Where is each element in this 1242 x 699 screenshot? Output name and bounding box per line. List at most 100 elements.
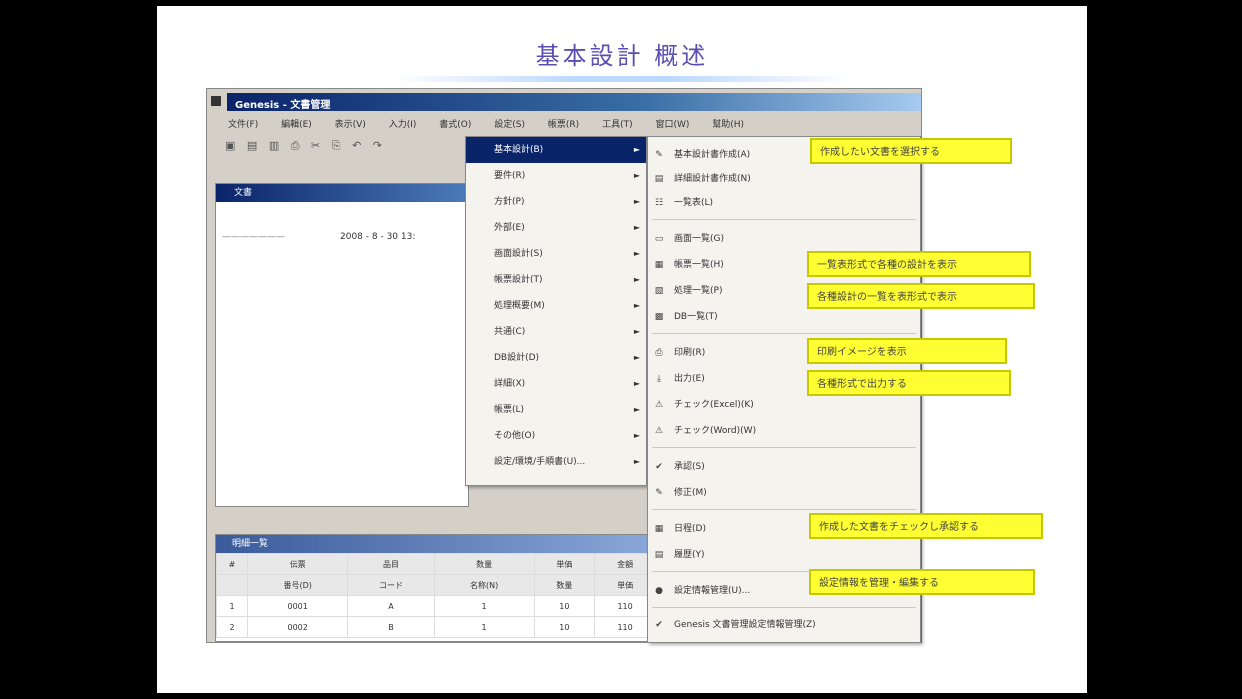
- grid-cell: 10: [533, 616, 596, 638]
- submenu-item-schedule[interactable]: ▦ 日程(D): [652, 519, 706, 539]
- chevron-right-icon: ►: [633, 353, 640, 362]
- table-row[interactable]: 1 0001 A 1 10 110: [216, 595, 656, 617]
- toolbar: ▣ ▤ ▥ ⎙ ✂ ⎘ ↶ ↷: [225, 139, 390, 159]
- menu-item-reports[interactable]: 帳票(L) ►: [466, 397, 646, 423]
- grid-cell: 1: [216, 595, 248, 617]
- copy-icon[interactable]: ⎘: [332, 139, 341, 153]
- grid-cell: 10: [533, 595, 596, 617]
- menu-edit[interactable]: 編輯(E): [278, 115, 315, 132]
- menu-item-basic-design[interactable]: 基本設計(B) ►: [466, 137, 646, 163]
- submenu-item-approve[interactable]: ✔ 承認(S): [652, 457, 705, 477]
- menu-item-settings[interactable]: 設定/環境/手順書(U)... ►: [466, 449, 646, 475]
- chevron-right-icon: ►: [633, 223, 640, 232]
- menu-file[interactable]: 文件(F): [225, 115, 261, 132]
- submenu-item-check-excel[interactable]: ⚠ チェック(Excel)(K): [652, 395, 754, 415]
- export-icon: ⤓: [657, 374, 661, 384]
- submenu-item-basic-design-create[interactable]: ✎ 基本設計書作成(A): [652, 145, 750, 165]
- menu-item-screen-design[interactable]: 画面設計(S) ►: [466, 241, 646, 267]
- menu-help[interactable]: 幫助(H): [709, 115, 747, 132]
- redo-icon[interactable]: ↷: [373, 139, 382, 152]
- callout-print-preview: 印刷イメージを表示: [807, 338, 1007, 364]
- grid-titlebar: 明細一覧: [216, 535, 656, 553]
- grid-header-cell: 数量: [433, 553, 535, 575]
- grid-cell: 2: [216, 616, 248, 638]
- document-line-left: ———————: [222, 232, 285, 242]
- chevron-right-icon: ►: [633, 301, 640, 310]
- grid-cell: B: [347, 616, 435, 638]
- open-icon[interactable]: ▣: [225, 139, 235, 152]
- grid-header-cell: コード: [347, 574, 435, 596]
- doc-edit-icon: ✎: [655, 150, 663, 160]
- detail-grid[interactable]: 明細一覧 # 伝票 品目 数量 単価 金額 番号(D) コード 名称(N) 数量…: [215, 534, 657, 642]
- submenu-item-db-list[interactable]: ▩ DB一覧(T): [652, 307, 718, 327]
- grid-cell: 0002: [246, 616, 349, 638]
- menu-item-policy[interactable]: 方針(P) ►: [466, 189, 646, 215]
- callout-create-doc: 作成したい文書を選択する: [810, 138, 1012, 164]
- grid-cell: 0001: [246, 595, 349, 617]
- callout-export: 各種形式で出力する: [807, 370, 1011, 396]
- document-titlebar: 文書: [216, 184, 468, 202]
- menu-report[interactable]: 帳票(R): [545, 115, 582, 132]
- history-icon: ▤: [654, 550, 664, 560]
- menu-item-common[interactable]: 共通(C) ►: [466, 319, 646, 345]
- submenu-item-detail-design-create[interactable]: ▤ 詳細設計書作成(N): [652, 169, 751, 189]
- calendar-icon: ▦: [654, 524, 664, 534]
- submenu-item-list[interactable]: ☷ 一覧表(L): [652, 193, 713, 213]
- submenu-item-modify[interactable]: ✎ 修正(M): [652, 483, 707, 503]
- menu-item-other[interactable]: その他(O) ►: [466, 423, 646, 449]
- warning-icon: ⚠: [654, 400, 664, 410]
- window-titlebar[interactable]: Genesis - 文書管理: [227, 93, 921, 111]
- submenu-item-check-word[interactable]: ⚠ チェック(Word)(W): [652, 421, 756, 441]
- submenu-item-form-list[interactable]: ▦ 帳票一覧(H): [652, 255, 724, 275]
- dropdown-menu-primary: 基本設計(B) ► 要件(R) ► 方針(P) ► 外部(E) ► 画面設計(S) ► 帳…: [465, 136, 647, 486]
- menu-format[interactable]: 書式(O): [436, 115, 474, 132]
- submenu-item-history[interactable]: ▤ 履歴(Y): [652, 545, 705, 565]
- document-pane[interactable]: 文書 ——————— 2008 - 8 - 30 13:: [215, 183, 469, 507]
- grid-header-cell: 単価: [533, 553, 596, 575]
- list-icon[interactable]: ▥: [269, 139, 279, 152]
- grid-table: # 伝票 品目 数量 単価 金額 番号(D) コード 名称(N) 数量 単価 1: [216, 553, 656, 638]
- menu-item-external[interactable]: 外部(E) ►: [466, 215, 646, 241]
- chevron-right-icon: ►: [633, 171, 640, 180]
- chevron-right-icon: ►: [633, 431, 640, 440]
- submenu-item-print[interactable]: ⎙ 印刷(R): [652, 343, 705, 363]
- app-icon: [211, 96, 221, 106]
- submenu-item-process-list[interactable]: ▧ 処理一覧(P): [652, 281, 723, 301]
- print-icon[interactable]: ⎙: [291, 139, 300, 153]
- screen-icon: ▭: [654, 234, 664, 244]
- menu-item-detail[interactable]: 詳細(X) ►: [466, 371, 646, 397]
- table-row[interactable]: 2 0002 B 1 10 110: [216, 616, 656, 638]
- menu-input[interactable]: 入力(I): [386, 115, 420, 132]
- submenu-item-settings-info[interactable]: ● 設定情報管理(U)...: [652, 581, 750, 601]
- callout-check-approve: 作成した文書をチェックし承認する: [809, 513, 1043, 539]
- submenu-item-screen-list[interactable]: ▭ 画面一覧(G): [652, 229, 724, 249]
- submenu-item-export[interactable]: ⤓ 出力(E): [652, 369, 705, 389]
- process-icon: ▧: [654, 286, 664, 296]
- submenu-item-genesis-settings[interactable]: ✔ Genesis 文書管理設定情報管理(Z): [652, 615, 815, 635]
- chevron-right-icon: ►: [633, 327, 640, 336]
- menu-item-form-design[interactable]: 帳票設計(T) ►: [466, 267, 646, 293]
- menubar: 文件(F) 編輯(E) 表示(V) 入力(I) 書式(O) 設定(S) 帳票(R…: [225, 115, 761, 133]
- grid-header-cell: 名称(N): [433, 574, 535, 596]
- edit-icon: ✎: [655, 488, 663, 498]
- menu-item-requirements[interactable]: 要件(R) ►: [466, 163, 646, 189]
- cut-icon[interactable]: ✂: [311, 139, 320, 152]
- menu-settings[interactable]: 設定(S): [491, 115, 528, 132]
- doc-new-icon: ▤: [654, 174, 664, 184]
- menu-item-process-overview[interactable]: 処理概要(M) ►: [466, 293, 646, 319]
- menu-item-db-design[interactable]: DB設計(D) ►: [466, 345, 646, 371]
- save-icon[interactable]: ▤: [247, 139, 257, 152]
- menu-view[interactable]: 表示(V): [332, 115, 369, 132]
- menu-separator: [652, 219, 916, 220]
- print-icon: ⎙: [655, 348, 663, 358]
- grid-header-cell: #: [216, 553, 248, 575]
- grid-cell: A: [347, 595, 435, 617]
- undo-icon[interactable]: ↶: [352, 139, 361, 152]
- chevron-right-icon: ►: [633, 457, 640, 466]
- window-title: Genesis - 文書管理: [235, 100, 331, 111]
- check-icon: ✔: [655, 462, 663, 472]
- menu-window[interactable]: 窗口(W): [652, 115, 692, 132]
- menu-separator: [652, 333, 916, 334]
- grid-cell: 1: [433, 595, 535, 617]
- menu-tools[interactable]: 工具(T): [599, 115, 636, 132]
